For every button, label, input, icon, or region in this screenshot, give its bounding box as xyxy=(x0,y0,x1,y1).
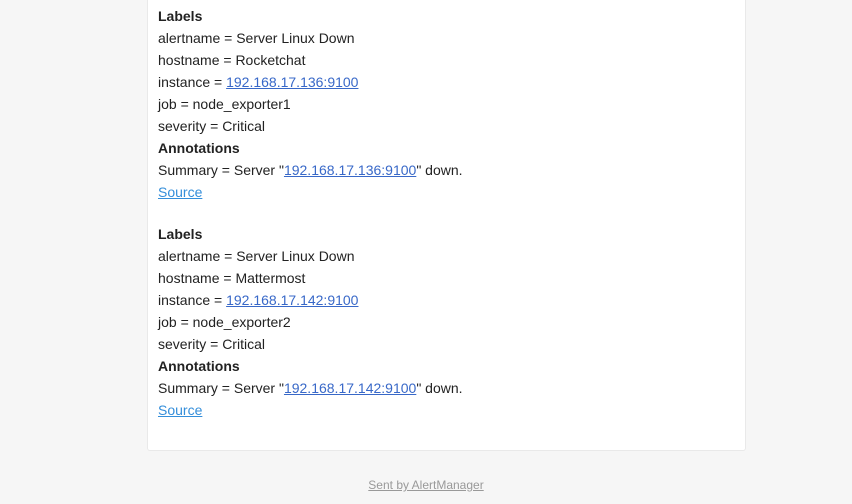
label-job: job = node_exporter1 xyxy=(158,96,291,112)
summary-ip-link[interactable]: 192.168.17.142:9100 xyxy=(284,380,416,396)
label-severity: severity = Critical xyxy=(158,118,265,134)
label-instance: instance = 192.168.17.142:9100 xyxy=(158,289,463,311)
source-link[interactable]: Source xyxy=(158,402,202,418)
summary-ip-link[interactable]: 192.168.17.136:9100 xyxy=(284,162,416,178)
annotations-heading: Annotations xyxy=(158,358,240,374)
label-instance: instance = 192.168.17.136:9100 xyxy=(158,71,463,93)
instance-prefix: instance = xyxy=(158,74,227,90)
label-alertname: alertname = Server Linux Down xyxy=(158,248,355,264)
alert-block: Labels alertname = Server Linux Down hos… xyxy=(158,223,463,421)
label-job: job = node_exporter2 xyxy=(158,314,291,330)
labels-heading: Labels xyxy=(158,226,203,242)
footer-alertmanager-link[interactable]: Sent by AlertManager xyxy=(368,478,483,492)
labels-heading: Labels xyxy=(158,8,203,24)
instance-prefix: instance = xyxy=(158,292,227,308)
summary-prefix: Summary = Server " xyxy=(158,162,284,178)
annotation-summary: Summary = Server "192.168.17.142:9100" d… xyxy=(158,377,463,399)
summary-suffix: " down. xyxy=(416,162,463,178)
source-link[interactable]: Source xyxy=(158,184,202,200)
annotations-heading: Annotations xyxy=(158,140,240,156)
label-hostname: hostname = Mattermost xyxy=(158,270,306,286)
summary-suffix: " down. xyxy=(416,380,463,396)
label-severity: severity = Critical xyxy=(158,336,265,352)
label-hostname: hostname = Rocketchat xyxy=(158,52,306,68)
summary-prefix: Summary = Server " xyxy=(158,380,284,396)
alert-block: Labels alertname = Server Linux Down hos… xyxy=(158,5,463,203)
label-alertname: alertname = Server Linux Down xyxy=(158,30,355,46)
instance-link[interactable]: 192.168.17.142:9100 xyxy=(226,292,358,308)
alert-card: Labels alertname = Server Linux Down hos… xyxy=(147,0,746,451)
source-line: Source xyxy=(158,399,463,421)
source-line: Source xyxy=(158,181,463,203)
footer: Sent by AlertManager xyxy=(0,476,852,494)
annotation-summary: Summary = Server "192.168.17.136:9100" d… xyxy=(158,159,463,181)
instance-link[interactable]: 192.168.17.136:9100 xyxy=(226,74,358,90)
